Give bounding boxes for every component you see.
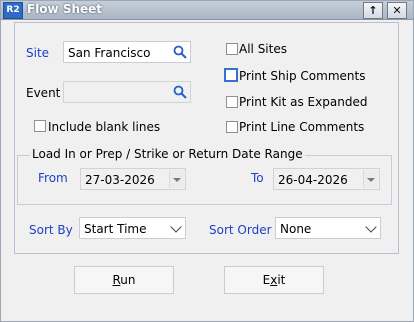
from-date-dropdown[interactable] xyxy=(169,170,184,188)
exit-label-rest: it xyxy=(277,273,286,287)
sort-order-label: Sort Order xyxy=(209,223,272,237)
print-kit-expanded-checkbox[interactable] xyxy=(226,96,238,108)
close-icon: ✕ xyxy=(392,4,402,17)
print-line-comments-checkbox[interactable] xyxy=(226,121,238,133)
print-ship-comments-checkbox[interactable] xyxy=(224,68,238,82)
print-line-comments-label: Print Line Comments xyxy=(239,120,365,134)
from-date-field[interactable]: 27-03-2026 xyxy=(80,168,186,190)
to-date-value: 26-04-2026 xyxy=(278,173,348,187)
event-field[interactable] xyxy=(63,81,191,103)
print-ship-comments-label: Print Ship Comments xyxy=(239,69,366,83)
include-blank-lines-label: Include blank lines xyxy=(48,120,161,134)
site-label: Site xyxy=(26,46,50,60)
restore-button[interactable]: ↑ xyxy=(363,2,383,19)
to-chevron-down-icon xyxy=(367,178,375,182)
sort-by-label: Sort By xyxy=(29,223,73,237)
to-label: To xyxy=(251,171,264,185)
from-date-value: 27-03-2026 xyxy=(85,173,155,187)
site-search-icon[interactable] xyxy=(172,44,188,60)
print-kit-expanded-label: Print Kit as Expanded xyxy=(239,95,368,109)
sort-by-value: Start Time xyxy=(84,222,147,236)
all-sites-label: All Sites xyxy=(239,42,287,56)
run-button[interactable]: Run xyxy=(74,266,174,294)
run-label-rest: un xyxy=(120,273,136,287)
exit-button[interactable]: Exit xyxy=(224,266,324,294)
to-date-dropdown[interactable] xyxy=(363,170,378,188)
date-range-title: Load In or Prep / Strike or Return Date … xyxy=(30,147,305,161)
sort-by-chevron-down-icon xyxy=(170,221,182,233)
include-blank-lines-checkbox[interactable] xyxy=(34,120,46,132)
site-value: San Francisco xyxy=(68,46,151,60)
to-date-field[interactable]: 26-04-2026 xyxy=(273,168,380,190)
up-arrow-icon: ↑ xyxy=(368,4,378,17)
app-icon: R2 xyxy=(3,2,23,19)
sort-order-chevron-down-icon xyxy=(365,221,377,233)
event-label: Event xyxy=(26,86,61,100)
site-field[interactable]: San Francisco xyxy=(63,41,191,63)
close-button[interactable]: ✕ xyxy=(387,2,407,19)
sort-order-value: None xyxy=(280,222,312,236)
all-sites-checkbox[interactable] xyxy=(226,43,238,55)
event-search-icon[interactable] xyxy=(172,84,188,100)
from-chevron-down-icon xyxy=(173,178,181,182)
from-label: From xyxy=(38,171,68,185)
window-title: Flow Sheet xyxy=(27,2,103,16)
sort-order-select[interactable]: None xyxy=(275,217,381,239)
title-bar[interactable]: R2 Flow Sheet ↑ ✕ xyxy=(1,1,413,20)
sort-by-select[interactable]: Start Time xyxy=(79,217,186,239)
